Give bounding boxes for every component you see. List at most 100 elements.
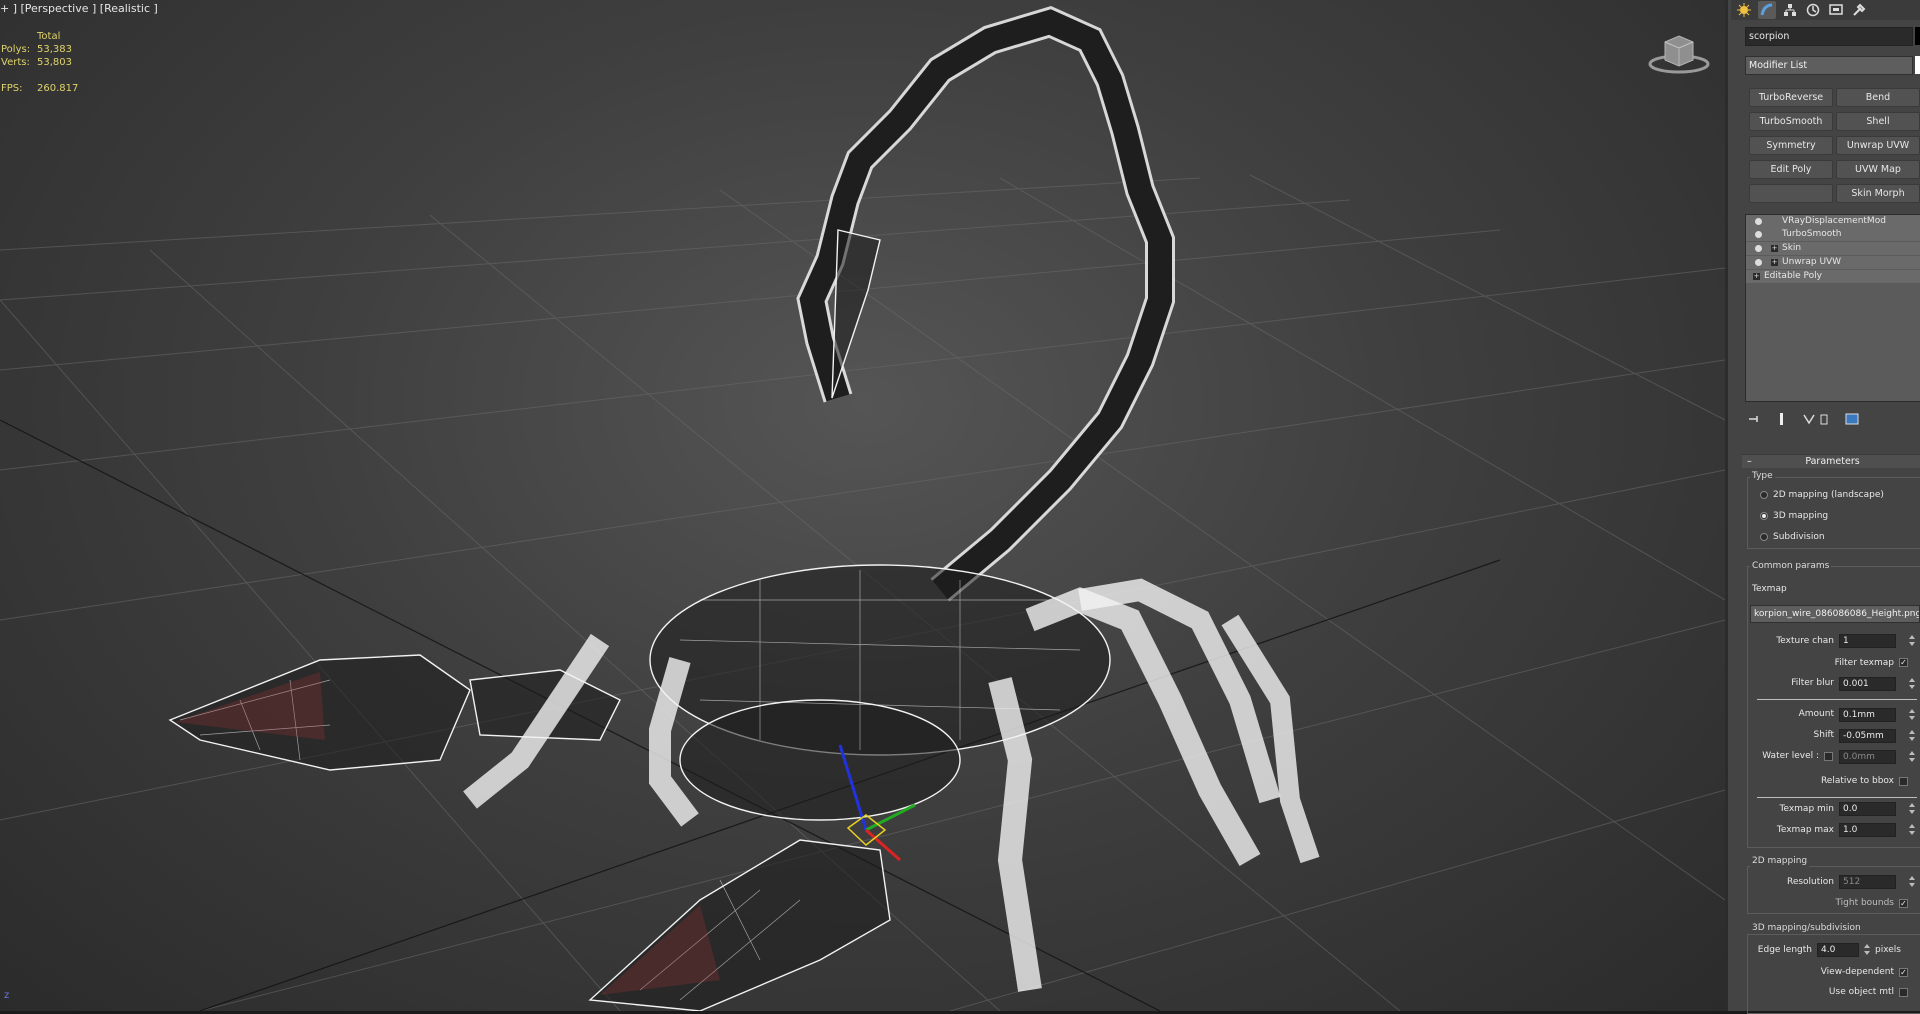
resolution-label: Resolution <box>1786 877 1834 887</box>
stack-item-turbosmooth[interactable]: TurboSmooth <box>1746 228 1920 241</box>
texture-chan-input[interactable]: 1 <box>1839 634 1896 648</box>
object-name-input[interactable]: scorpion <box>1745 27 1913 46</box>
filter-blur-input[interactable]: 0.001 <box>1839 677 1896 691</box>
filter-texmap-label: Filter texmap <box>1834 658 1894 668</box>
turboreverse-button[interactable]: TurboReverse <box>1749 88 1833 107</box>
pin-stack-icon[interactable] <box>1747 412 1761 426</box>
texmap-min-input[interactable]: 0.0 <box>1839 802 1896 816</box>
viewport-label[interactable]: + ] [Perspective ] [Realistic ] <box>0 2 158 15</box>
stack-item-unwrap-uvw[interactable]: + Unwrap UVW <box>1746 256 1920 269</box>
texmap-max-spinner[interactable] <box>1908 823 1915 837</box>
display-icon[interactable] <box>1827 1 1845 19</box>
viewcube-icon[interactable] <box>1648 28 1710 76</box>
use-object-mtl-label: Use object mtl <box>1828 987 1894 997</box>
water-level-checkbox[interactable] <box>1824 752 1833 761</box>
edge-length-spinner[interactable] <box>1863 943 1870 957</box>
viewport-scene <box>0 6 1725 1011</box>
use-object-mtl-checkbox[interactable] <box>1899 988 1908 997</box>
filter-blur-label: Filter blur <box>1791 678 1834 688</box>
water-level-spinner[interactable] <box>1908 750 1915 764</box>
edit-poly-button[interactable]: Edit Poly <box>1749 160 1833 179</box>
water-level-label: Water level : <box>1762 751 1819 761</box>
hierarchy-icon[interactable] <box>1781 1 1799 19</box>
shift-input[interactable]: -0.05mm <box>1839 729 1896 743</box>
edge-length-input[interactable]: 4.0 <box>1817 943 1859 957</box>
turbosmooth-button[interactable]: TurboSmooth <box>1749 112 1833 131</box>
expand-icon[interactable]: + <box>1771 259 1778 266</box>
eye-icon[interactable] <box>1755 245 1762 252</box>
filter-blur-spinner[interactable] <box>1908 677 1915 691</box>
radio-3d-mapping[interactable] <box>1760 512 1768 520</box>
texmap-min-label: Texmap min <box>1779 804 1834 814</box>
texmap-button[interactable]: korpion_wire_086086086_Height.png) <box>1750 605 1920 623</box>
water-level-input[interactable]: 0.0mm <box>1839 750 1896 764</box>
modifier-stack[interactable]: VRayDisplacementMod TurboSmooth + Skin +… <box>1745 214 1920 402</box>
app-window: + ] [Perspective ] [Realistic ] Total Po… <box>0 0 1920 1014</box>
polys-label: Polys: <box>1 44 31 55</box>
separator <box>1757 699 1917 700</box>
tight-bounds-checkbox[interactable]: ✓ <box>1899 899 1908 908</box>
symmetry-button[interactable]: Symmetry <box>1749 136 1833 155</box>
amount-spinner[interactable] <box>1908 708 1915 722</box>
modifier-list-dropdown[interactable]: Modifier List <box>1745 56 1913 75</box>
perspective-viewport[interactable]: + ] [Perspective ] [Realistic ] Total Po… <box>0 0 1725 1011</box>
filter-texmap-checkbox[interactable]: ✓ <box>1899 658 1908 667</box>
object-color-swatch[interactable] <box>1915 27 1920 45</box>
scorpion-wireframe <box>168 6 1320 1011</box>
configure-modifier-sets-icon[interactable] <box>1845 412 1859 426</box>
radio-subdivision-label: Subdivision <box>1773 532 1825 542</box>
stack-item-vraydisplacementmod[interactable]: VRayDisplacementMod <box>1746 215 1920 228</box>
shell-button[interactable]: Shell <box>1836 112 1920 131</box>
expand-icon[interactable]: + <box>1771 245 1778 252</box>
bend-button[interactable]: Bend <box>1836 88 1920 107</box>
radio-3d-mapping-label: 3D mapping <box>1773 511 1829 521</box>
parameters-rollout-header[interactable]: – Parameters <box>1742 454 1920 468</box>
texture-chan-label: Texture chan <box>1776 636 1834 646</box>
fps-label: FPS: <box>1 83 23 94</box>
relative-bbox-label: Relative to bbox <box>1820 776 1894 786</box>
command-panel-tabs <box>1731 0 1920 20</box>
utilities-icon[interactable] <box>1850 1 1868 19</box>
eye-icon[interactable] <box>1755 218 1762 225</box>
stack-item-editable-poly[interactable]: + Editable Poly <box>1746 270 1920 283</box>
skin-morph-button[interactable]: Skin Morph <box>1836 184 1920 203</box>
shift-label: Shift <box>1813 730 1834 740</box>
shift-spinner[interactable] <box>1908 729 1915 743</box>
texmap-max-label: Texmap max <box>1776 825 1834 835</box>
verts-value: 53,803 <box>37 57 72 68</box>
modifier-list-arrow[interactable] <box>1915 56 1920 74</box>
amount-input[interactable]: 0.1mm <box>1839 708 1896 722</box>
texmap-max-input[interactable]: 1.0 <box>1839 823 1896 837</box>
command-panel: scorpion Modifier List TurboReverse Bend… <box>1725 0 1920 1014</box>
radio-subdivision[interactable] <box>1760 533 1768 541</box>
create-icon[interactable] <box>1735 1 1753 19</box>
uvw-map-button[interactable]: UVW Map <box>1836 160 1920 179</box>
radio-2d-mapping-label: 2D mapping (landscape) <box>1773 490 1884 500</box>
eye-icon[interactable] <box>1755 259 1762 266</box>
resolution-input[interactable]: 512 <box>1839 875 1896 889</box>
stack-toolbar <box>1745 410 1920 430</box>
expand-icon[interactable]: + <box>1753 273 1760 280</box>
polys-value: 53,383 <box>37 44 72 55</box>
make-unique-icon[interactable] <box>1802 412 1816 426</box>
texture-chan-spinner[interactable] <box>1908 634 1915 648</box>
view-dependent-label: View-dependent <box>1820 967 1894 977</box>
eye-icon[interactable] <box>1755 231 1762 238</box>
texmap-label: Texmap <box>1752 584 1787 594</box>
remove-modifier-icon[interactable] <box>1817 412 1831 426</box>
texmap-min-spinner[interactable] <box>1908 802 1915 816</box>
view-dependent-checkbox[interactable]: ✓ <box>1899 968 1908 977</box>
unwrap-uvw-button[interactable]: Unwrap UVW <box>1836 136 1920 155</box>
radio-2d-mapping[interactable] <box>1760 491 1768 499</box>
show-end-result-icon[interactable] <box>1775 412 1789 426</box>
empty-modifier-button[interactable] <box>1749 184 1833 203</box>
common-params-label: Common params <box>1750 561 1832 572</box>
stack-item-skin[interactable]: + Skin <box>1746 242 1920 255</box>
modify-icon[interactable] <box>1758 1 1776 19</box>
motion-icon[interactable] <box>1804 1 1822 19</box>
amount-label: Amount <box>1798 709 1834 719</box>
pixels-label: pixels <box>1875 945 1901 955</box>
relative-bbox-checkbox[interactable] <box>1899 777 1908 786</box>
type-group-label: Type <box>1750 471 1775 482</box>
resolution-spinner[interactable] <box>1908 875 1915 889</box>
